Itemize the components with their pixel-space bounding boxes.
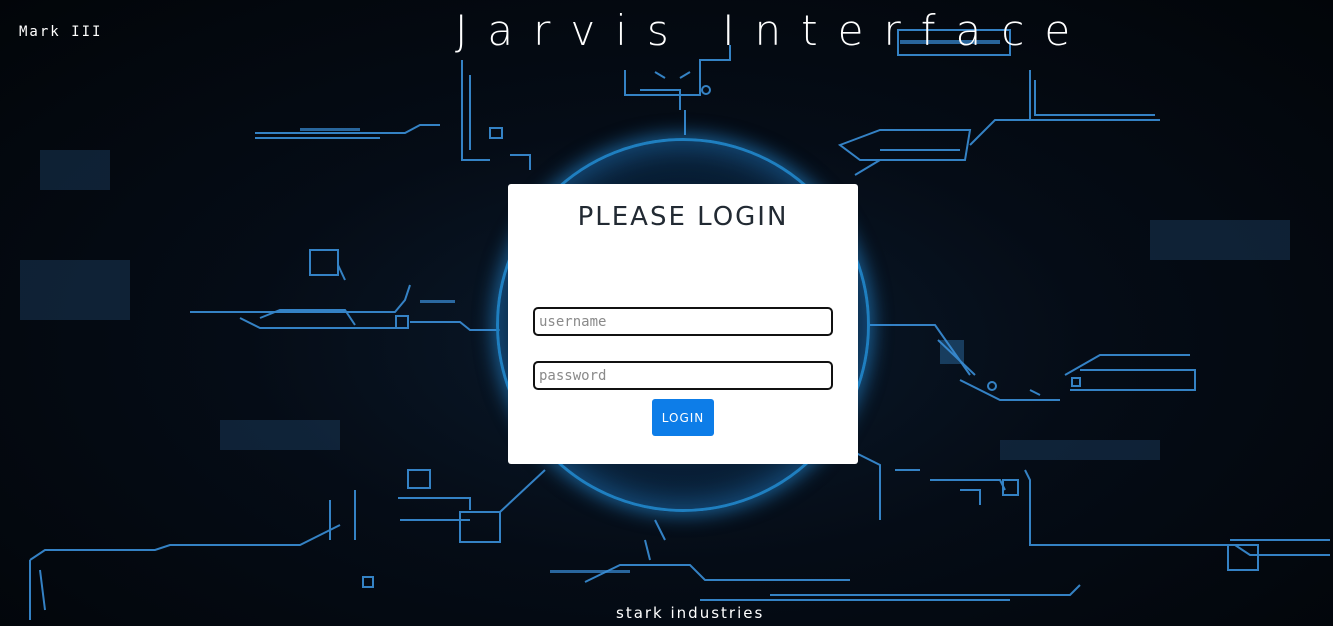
username-input[interactable] bbox=[533, 307, 833, 336]
password-input[interactable] bbox=[533, 361, 833, 390]
page-title: Jarvis Interface bbox=[455, 6, 1091, 55]
login-heading: PLEASE LOGIN bbox=[577, 202, 789, 232]
login-button[interactable]: LOGIN bbox=[652, 399, 714, 436]
mark-label: Mark III bbox=[19, 24, 103, 40]
login-card: PLEASE LOGIN LOGIN bbox=[508, 184, 858, 464]
footer-company: stark industries bbox=[616, 604, 765, 622]
page: Mark III Jarvis Interface PLEASE LOGIN L… bbox=[0, 0, 1333, 626]
